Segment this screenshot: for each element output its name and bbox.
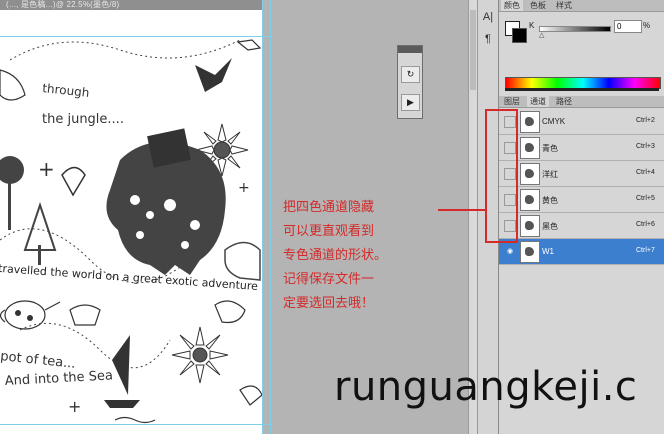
channel-name: 黄色 [542,196,558,205]
annotation-line: 可以更直观看到 [283,224,375,239]
artwork-line-3: travelled the world on a great exotic ad… [0,262,259,293]
channel-name: 青色 [542,144,558,153]
eye-icon[interactable]: ◉ [504,246,516,258]
watermark: runguangkeji.c [334,364,638,410]
annotation-line: 专色通道的形状。 [283,248,388,263]
channel-thumbnail [520,241,540,263]
channel-row-yellow[interactable]: 黄色 Ctrl+5 [499,187,664,213]
tab-color[interactable]: 颜色 [501,0,523,11]
document-page[interactable]: + through the jungle.... travelled the w… [0,10,263,434]
k-value-input[interactable]: 0 [614,20,642,33]
tab-layers[interactable]: 图层 [501,96,523,107]
play-action-icon[interactable]: ▶ [401,94,420,111]
document-title-strip: (..., 是色稿...)@ 22.5%(墨色/8) [0,0,262,10]
svg-text:+: + [68,397,81,416]
channel-shortcut: Ctrl+2 [636,117,655,124]
artwork-line-2: the jungle.... [42,112,124,127]
artwork-line-5: And into the Sea [4,368,113,389]
channel-name: 洋红 [542,170,558,179]
layers-panel-tabs: 图层 通道 路径 [499,96,664,108]
k-slider-track[interactable] [539,26,611,32]
channel-name: W1 [542,247,554,256]
history-brush-icon[interactable]: ↻ [401,66,420,83]
artwork: + through the jungle.... travelled the w… [0,39,263,424]
channel-row-cmyk[interactable]: CMYK Ctrl+2 [499,109,664,135]
svg-text:+: + [238,180,250,196]
floating-panel[interactable]: ↻ ▶ [397,45,423,119]
channel-name: 黑色 [542,222,558,231]
channel-shortcut: Ctrl+4 [636,169,655,176]
floating-panel-header[interactable] [398,46,422,53]
paragraph-icon[interactable]: ¶ [481,32,495,46]
tab-styles[interactable]: 样式 [553,0,575,11]
channel-thumbnail [520,189,540,211]
color-spectrum-dark[interactable] [505,88,659,91]
guide-vertical-1 [262,0,263,434]
channel-shortcut: Ctrl+7 [636,247,655,254]
channel-name: CMYK [542,117,566,126]
channel-shortcut: Ctrl+3 [636,143,655,150]
document-title: (..., 是色稿...)@ 22.5%(墨色/8) [6,0,120,9]
channel-thumbnail [520,163,540,185]
artwork-line-4: pot of tea... [0,349,76,372]
channel-row-magenta[interactable]: 洋红 Ctrl+4 [499,161,664,187]
guide-horizontal-bottom [0,424,272,425]
guide-vertical-2 [270,0,271,434]
channel-thumbnail [520,215,540,237]
scroll-thumb[interactable] [470,10,476,90]
artwork-line-1: through [42,81,90,100]
channel-thumbnail [520,137,540,159]
channel-thumbnail [520,111,540,133]
k-slider-thumb-icon[interactable]: △ [539,31,544,39]
channel-shortcut: Ctrl+6 [636,221,655,228]
svg-text:+: + [38,157,55,181]
tab-channels[interactable]: 通道 [527,96,549,107]
annotation-line: 把四色通道隐藏 [283,200,375,215]
channel-row-w1[interactable]: ◉ W1 Ctrl+7 [499,239,664,265]
type-tool-icon[interactable]: A| [481,10,495,24]
background-color-swatch[interactable] [512,28,527,43]
annotation-text: 把四色通道隐藏 可以更直观看到 专色通道的形状。 记得保存文件一 定要选回去哦！ [283,196,453,316]
annotation-line: 定要选回去哦！ [283,296,375,311]
tab-paths[interactable]: 路径 [553,96,575,107]
channel-row-cyan[interactable]: 青色 Ctrl+3 [499,135,664,161]
color-panel-tabs: 颜色 色板 样式 [499,0,664,12]
k-channel-label: K [529,21,535,30]
tab-swatches[interactable]: 色板 [527,0,549,11]
channel-shortcut: Ctrl+5 [636,195,655,202]
channel-row-black[interactable]: 黑色 Ctrl+6 [499,213,664,239]
annotation-highlight-box [485,109,518,243]
annotation-line: 记得保存文件一 [283,272,375,287]
k-percent-unit: % [643,21,651,30]
guide-horizontal-top [0,36,272,37]
